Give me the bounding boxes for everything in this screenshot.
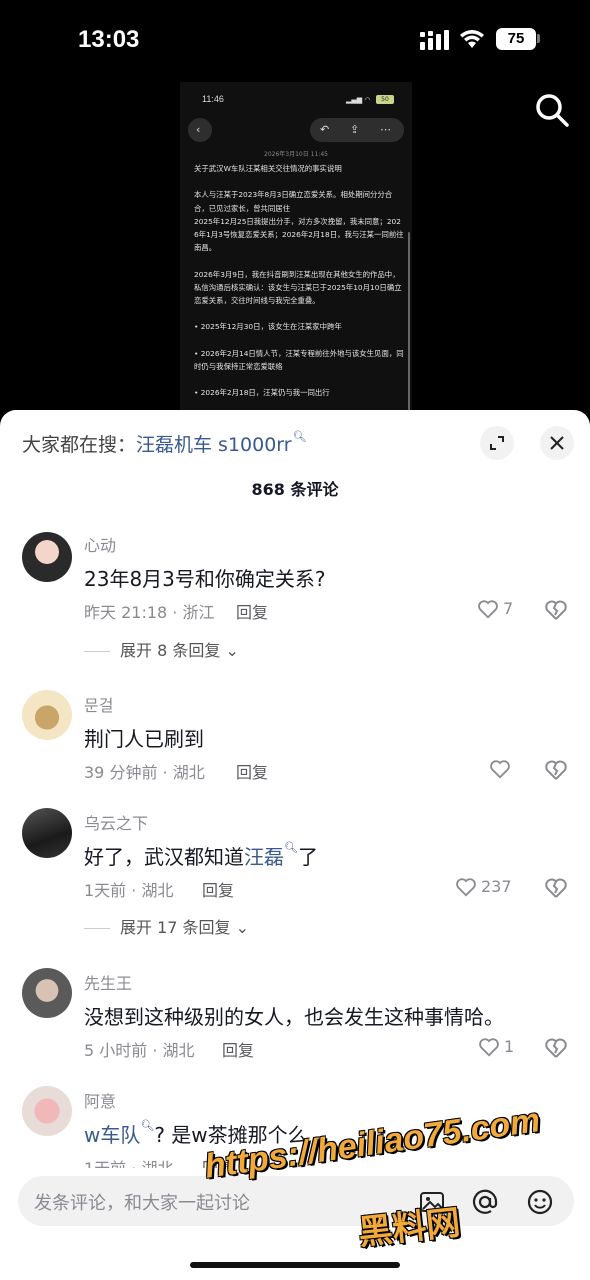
screenshot-toolbar: ↶ ⇪ ⋯ — [310, 118, 404, 142]
screenshot-back-button: ‹ — [188, 118, 212, 142]
wifi-icon — [460, 30, 484, 48]
heart-icon — [478, 600, 498, 619]
comment-text: 好了，武汉都知道汪磊🔍︎了 — [84, 841, 318, 870]
screenshot-signal-icon: ▂▄▆ ◠ — [346, 96, 371, 104]
comment-input-bar: 发条评论，和大家一起讨论 — [0, 1168, 590, 1280]
screenshot-battery: 50 — [376, 95, 394, 104]
like-count: 1 — [504, 1037, 515, 1056]
status-time: 13:03 — [78, 26, 140, 53]
comment-text: 23年8月3号和你确定关系? — [84, 567, 326, 591]
search-icon[interactable] — [534, 92, 570, 128]
avatar[interactable] — [22, 808, 72, 858]
like-button[interactable]: 7 — [477, 598, 527, 622]
avatar[interactable] — [22, 690, 72, 740]
comment-keyword-link[interactable]: 汪磊 — [244, 845, 284, 869]
screenshot-time: 11:46 — [202, 94, 224, 104]
trending-keyword[interactable]: 汪磊机车 s1000rr — [136, 434, 292, 456]
comment-username[interactable]: 先生王 — [84, 970, 132, 994]
comment-meta: 5 小时前 · 湖北 — [84, 1041, 195, 1060]
screenshot-document-text: 关于武汉W车队汪某相关交往情况的事实说明 本人与汪某于2023年8月3日确立恋爱… — [194, 164, 404, 398]
expand-replies[interactable]: 展开 17 条回复 ⌄ — [84, 914, 249, 938]
like-count: 237 — [481, 877, 512, 896]
reply-button[interactable]: 回复 — [236, 599, 268, 623]
chevron-down-icon: ⌄ — [235, 918, 250, 937]
like-button[interactable]: 237 — [455, 876, 525, 900]
search-icon: 🔍︎ — [284, 841, 298, 854]
comment-meta: 39 分钟前 · 湖北 — [84, 763, 205, 782]
emoji-icon[interactable] — [526, 1188, 554, 1216]
reply-button[interactable]: 回复 — [236, 759, 268, 783]
expand-button[interactable] — [480, 426, 514, 460]
expand-icon — [490, 436, 504, 450]
heart-icon — [490, 760, 510, 779]
comment-meta: 1天前 · 湖北 — [84, 881, 174, 900]
ellipsis-icon: ⋯ — [380, 123, 391, 136]
heart-icon — [479, 1038, 499, 1057]
comment-meta: 昨天 21:18 · 浙江 — [84, 603, 215, 622]
status-bar: 13:03 75 — [0, 0, 590, 80]
mention-icon[interactable] — [471, 1188, 499, 1216]
search-icon: 🔍︎ — [140, 1119, 155, 1132]
reply-button[interactable]: 回复 — [222, 1037, 254, 1061]
broken-heart-icon[interactable] — [543, 876, 569, 900]
comment-username[interactable]: 乌云之下 — [84, 810, 148, 834]
close-icon — [550, 436, 564, 450]
avatar[interactable] — [22, 532, 72, 582]
home-indicator — [190, 1262, 400, 1268]
comment-text-part: 好了，武汉都知道 — [84, 845, 244, 869]
like-count: 7 — [503, 599, 514, 618]
screenshot-scrollbar — [408, 232, 410, 412]
battery-icon: 75 — [496, 28, 536, 50]
comment-text: 荆门人已刷到 — [84, 727, 204, 751]
comment-username[interactable]: 문걸 — [84, 692, 113, 716]
close-button[interactable] — [540, 426, 574, 460]
share-icon: ⇪ — [350, 123, 360, 136]
search-icon: 🔍︎ — [292, 430, 307, 443]
expand-replies[interactable]: 展开 8 条回复 ⌄ — [84, 637, 239, 661]
undo-icon: ↶ — [320, 123, 330, 136]
reply-button[interactable]: 回复 — [202, 877, 234, 901]
battery-cap — [537, 34, 540, 43]
divider-line — [84, 928, 110, 929]
like-button[interactable] — [489, 758, 515, 782]
broken-heart-icon[interactable] — [543, 758, 569, 782]
video-screenshot[interactable]: 11:46 ▂▄▆ ◠ 50 ‹ ↶ ⇪ ⋯ 2026年3月10日 11:45 … — [180, 82, 412, 412]
comment-keyword-link[interactable]: w车队 — [84, 1123, 140, 1147]
comment-text-part: 了 — [297, 845, 318, 869]
divider-line — [84, 651, 110, 652]
chevron-down-icon: ⌄ — [225, 641, 239, 660]
broken-heart-icon[interactable] — [543, 1036, 569, 1060]
like-button[interactable]: 1 — [478, 1036, 526, 1060]
cellular-signal-icon — [420, 30, 449, 50]
expand-replies-label: 展开 17 条回复 — [120, 918, 231, 937]
avatar[interactable] — [22, 968, 72, 1018]
comment-text: 没想到这种级别的女人，也会发生这种事情哈。 — [84, 1005, 504, 1029]
avatar[interactable] — [22, 1086, 72, 1136]
trending-search[interactable]: 大家都在搜：汪磊机车 s1000rr🔍︎ — [22, 430, 307, 457]
comment-username[interactable]: 心动 — [84, 532, 116, 556]
screenshot-date: 2026年3月10日 11:45 — [264, 151, 328, 158]
comment-input-placeholder: 发条评论，和大家一起讨论 — [34, 1193, 250, 1214]
comment-username[interactable]: 阿意 — [84, 1088, 116, 1112]
chevron-left-icon: ‹ — [196, 123, 201, 136]
heart-icon — [456, 878, 476, 897]
comment-count: 868 条评论 — [251, 480, 339, 499]
comment-input[interactable]: 发条评论，和大家一起讨论 — [18, 1176, 574, 1226]
trending-label: 大家都在搜： — [22, 434, 137, 456]
expand-replies-label: 展开 8 条回复 — [120, 641, 221, 660]
broken-heart-icon[interactable] — [543, 598, 569, 622]
